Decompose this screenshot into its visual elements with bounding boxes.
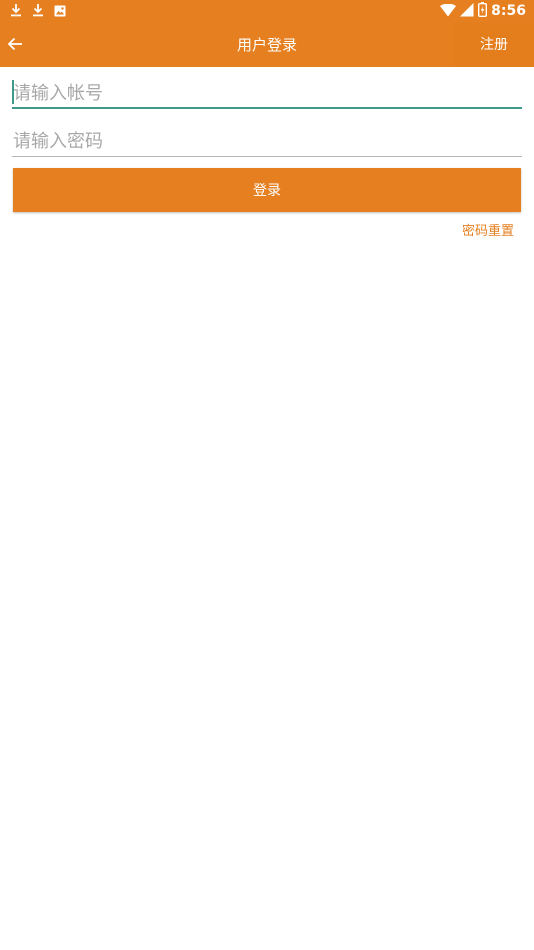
login-button[interactable]: 登录 [13,168,521,212]
back-button[interactable] [4,32,26,58]
signal-icon [460,2,474,21]
account-input[interactable] [12,76,522,110]
status-right-icons: 8:56 [440,2,526,21]
password-input[interactable] [12,124,522,158]
battery-icon [478,2,488,21]
wifi-icon [440,2,457,21]
image-notification-icon [54,2,66,21]
download-icon [32,2,44,21]
password-field-wrapper [12,124,522,158]
password-underline [12,156,522,157]
status-bar: 8:56 [0,0,534,23]
download-icon [10,2,22,21]
password-reset-link[interactable]: 密码重置 [462,222,514,242]
register-button[interactable]: 注册 [454,23,534,67]
app-bar: 用户登录 注册 [0,23,534,67]
account-field-wrapper [12,76,522,110]
text-cursor [12,80,14,104]
account-underline [12,107,522,109]
status-left-icons [10,3,66,20]
login-screen: 8:56 用户登录 注册 登录 密码重置 [0,0,534,950]
arrow-left-icon [7,36,23,55]
status-time: 8:56 [491,3,526,19]
